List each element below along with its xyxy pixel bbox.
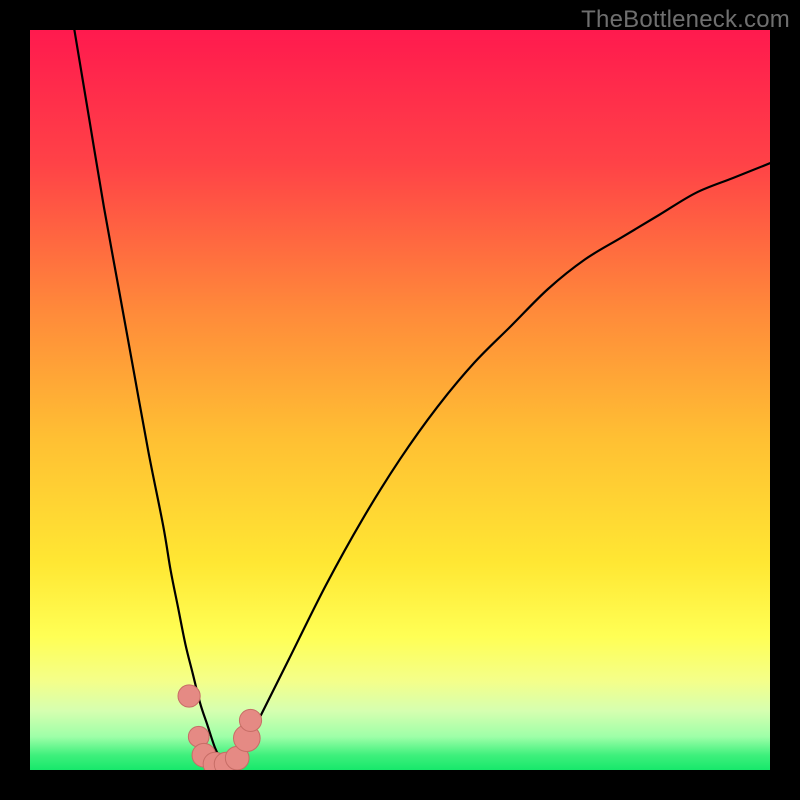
chart-svg xyxy=(30,30,770,770)
data-marker xyxy=(178,685,200,707)
data-marker xyxy=(239,709,261,731)
outer-frame: TheBottleneck.com xyxy=(0,0,800,800)
gradient-background xyxy=(30,30,770,770)
plot-area xyxy=(30,30,770,770)
